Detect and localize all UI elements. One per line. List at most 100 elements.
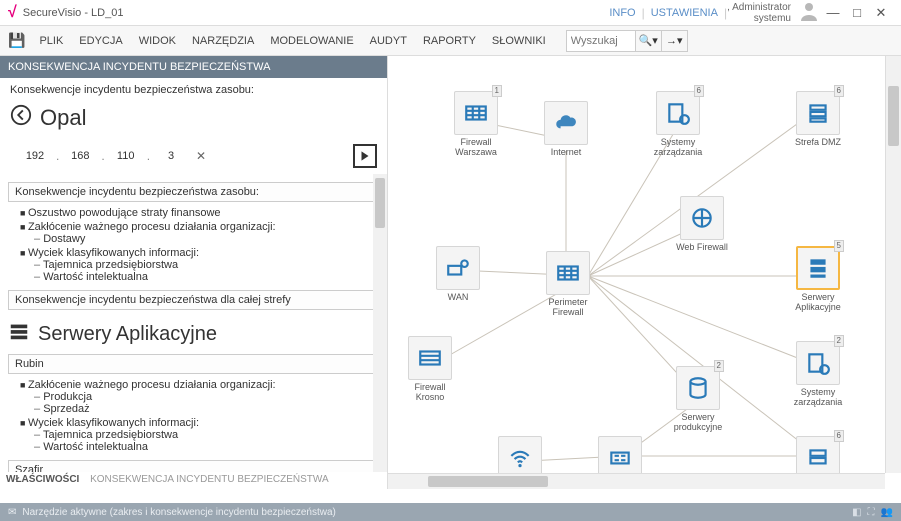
node-label: FirewallKrosno	[398, 383, 462, 403]
node-badge: 6	[834, 430, 844, 442]
consequence-item: Wyciek klasyfikowanych informacji: Tajem…	[20, 416, 379, 454]
menu-edycja[interactable]: EDYCJA	[73, 31, 128, 51]
zone-icon	[8, 320, 30, 348]
consequence-subitem: Tajemnica przedsiębiorstwa	[34, 429, 379, 441]
status-text: Narzędzie aktywne (zakres i konsekwencje…	[22, 507, 335, 518]
ip-octet-2[interactable]: 168	[63, 150, 97, 162]
node-label: PerimeterFirewall	[536, 298, 600, 318]
search-input[interactable]	[566, 30, 636, 52]
ip-octet-3[interactable]: 110	[109, 150, 143, 162]
node-internet[interactable]: Internet	[534, 101, 598, 158]
node-firewall-krosno[interactable]: FirewallKrosno	[398, 336, 462, 403]
node-systemy-zarzadzania-1[interactable]: 6 Systemyzarządzania	[646, 91, 710, 158]
ip-octet-1[interactable]: 192	[18, 150, 52, 162]
consequence-subitem: Tajemnica przedsiębiorstwa	[34, 259, 379, 271]
node-serwery-produkcyjne[interactable]: 2 Serweryprodukcyjne	[666, 366, 730, 433]
zone-name: Serwery Aplikacyjne	[38, 323, 217, 346]
menubar: 💾 PLIK EDYCJA WIDOK NARZĘDZIA MODELOWANI…	[0, 26, 901, 56]
node-wan[interactable]: WAN	[426, 246, 490, 303]
app-logo: √	[8, 4, 17, 22]
left-scrollbar[interactable]	[373, 174, 387, 472]
ip-row: 192. 168. 110. 3 ✕	[0, 140, 387, 174]
node-badge: 5	[834, 240, 844, 252]
status-bar: ✉ Narzędzie aktywne (zakres i konsekwenc…	[0, 503, 901, 521]
menu-audyt[interactable]: AUDYT	[364, 31, 413, 51]
consequence-item: Zakłócenie ważnego procesu działania org…	[20, 220, 379, 246]
consequence-subitem: Dostawy	[34, 233, 379, 245]
link-settings[interactable]: USTAWIENIA	[651, 7, 718, 19]
zone-block: Serwery Aplikacyjne Rubin Zakłócenie waż…	[8, 320, 379, 472]
menu-widok[interactable]: WIDOK	[133, 31, 182, 51]
node-badge: 6	[834, 85, 844, 97]
close-button[interactable]: ✕	[869, 5, 893, 21]
ip-octet-4[interactable]: 3	[154, 150, 188, 162]
main-area: KONSEKWENCJA INCYDENTU BEZPIECZEŃSTWA Ko…	[0, 56, 901, 489]
node-serwery-aplikacyjne[interactable]: 5 SerweryAplikacyjne	[786, 246, 850, 313]
node-label: Systemyzarządzania	[786, 388, 850, 408]
zone-server-szafir[interactable]: Szafir	[8, 460, 379, 472]
canvas-vertical-scrollbar[interactable]	[885, 56, 901, 473]
canvas-horizontal-scrollbar[interactable]	[388, 473, 885, 489]
status-icon[interactable]: ⛶	[868, 507, 875, 518]
consequence-subitem: Wartość intelektualna	[34, 271, 379, 283]
consequence-item: Oszustwo powodujące straty finansowe	[20, 206, 379, 220]
node-web-firewall[interactable]: Web Firewall	[670, 196, 734, 253]
node-label: SerweryAplikacyjne	[786, 293, 850, 313]
user-line1: , Administrator	[727, 2, 791, 13]
node-label: Serweryprodukcyjne	[666, 413, 730, 433]
database-icon	[676, 366, 720, 410]
consequence-item: Wyciek klasyfikowanych informacji: Tajem…	[20, 246, 379, 284]
panel-subtitle: Konsekwencje incydentu bezpieczeństwa za…	[0, 78, 387, 102]
node-firewall-warszawa[interactable]: 1 FirewallWarszawa	[444, 91, 508, 158]
status-icon[interactable]: ◧	[852, 507, 861, 518]
asset-name: Opal	[40, 105, 86, 131]
tab-properties[interactable]: WŁAŚCIWOŚCI	[6, 474, 79, 485]
avatar-icon[interactable]	[797, 0, 821, 26]
zone-server-rubin[interactable]: Rubin	[8, 354, 379, 374]
link-info[interactable]: INFO	[609, 7, 635, 19]
status-icon[interactable]: 👥	[881, 507, 893, 518]
consequence-list: Oszustwo powodujące straty finansowe Zak…	[8, 206, 379, 284]
consequence-subitem: Produkcja	[34, 391, 379, 403]
search-button[interactable]: 🔍▾	[636, 30, 662, 52]
web-firewall-icon	[680, 196, 724, 240]
firewall-icon	[454, 91, 498, 135]
node-badge: 6	[694, 85, 704, 97]
ip-go-button[interactable]	[353, 144, 377, 168]
menu-raporty[interactable]: RAPORTY	[417, 31, 482, 51]
wan-icon	[436, 246, 480, 290]
save-icon[interactable]: 💾	[8, 32, 25, 49]
consequence-subitem: Wartość intelektualna	[34, 441, 379, 453]
search-go-button[interactable]: →▾	[662, 30, 688, 52]
firewall-icon	[546, 251, 590, 295]
server-gear-icon	[796, 341, 840, 385]
left-panel: KONSEKWENCJA INCYDENTU BEZPIECZEŃSTWA Ko…	[0, 56, 388, 489]
node-label: Systemyzarządzania	[646, 138, 710, 158]
status-notification-icon[interactable]: ✉	[8, 507, 16, 518]
menu-plik[interactable]: PLIK	[33, 31, 69, 51]
consequence-item: Zakłócenie ważnego procesu działania org…	[20, 378, 379, 416]
panel-tab-header[interactable]: KONSEKWENCJA INCYDENTU BEZPIECZEŃSTWA	[0, 56, 387, 78]
ip-clear-button[interactable]: ✕	[196, 149, 206, 163]
minimize-button[interactable]: —	[821, 5, 845, 20]
separator: |	[642, 6, 645, 20]
current-user[interactable]: , Administrator systemu	[727, 2, 791, 24]
section-asset-consequences: Konsekwencje incydentu bezpieczeństwa za…	[8, 182, 379, 202]
menu-slowniki[interactable]: SŁOWNIKI	[486, 31, 552, 51]
node-label: WAN	[426, 293, 490, 303]
asset-row: Opal	[0, 102, 387, 140]
tab-consequence[interactable]: KONSEKWENCJA INCYDENTU BEZPIECZEŃSTWA	[90, 474, 329, 485]
node-badge: 2	[714, 360, 724, 372]
menu-modelowanie[interactable]: MODELOWANIE	[264, 31, 359, 51]
server-gear-icon	[656, 91, 700, 135]
node-perimeter-firewall[interactable]: PerimeterFirewall	[536, 251, 600, 318]
menu-narzedzia[interactable]: NARZĘDZIA	[186, 31, 260, 51]
back-button[interactable]	[10, 104, 32, 132]
cloud-icon	[544, 101, 588, 145]
node-strefa-dmz[interactable]: 6 Strefa DMZ	[786, 91, 850, 148]
maximize-button[interactable]: □	[845, 5, 869, 20]
firewall-icon	[408, 336, 452, 380]
node-label: Web Firewall	[670, 243, 734, 253]
diagram-canvas[interactable]: 1 FirewallWarszawa Internet 6 Systemyzar…	[388, 56, 901, 489]
node-systemy-zarzadzania-2[interactable]: 2 Systemyzarządzania	[786, 341, 850, 408]
